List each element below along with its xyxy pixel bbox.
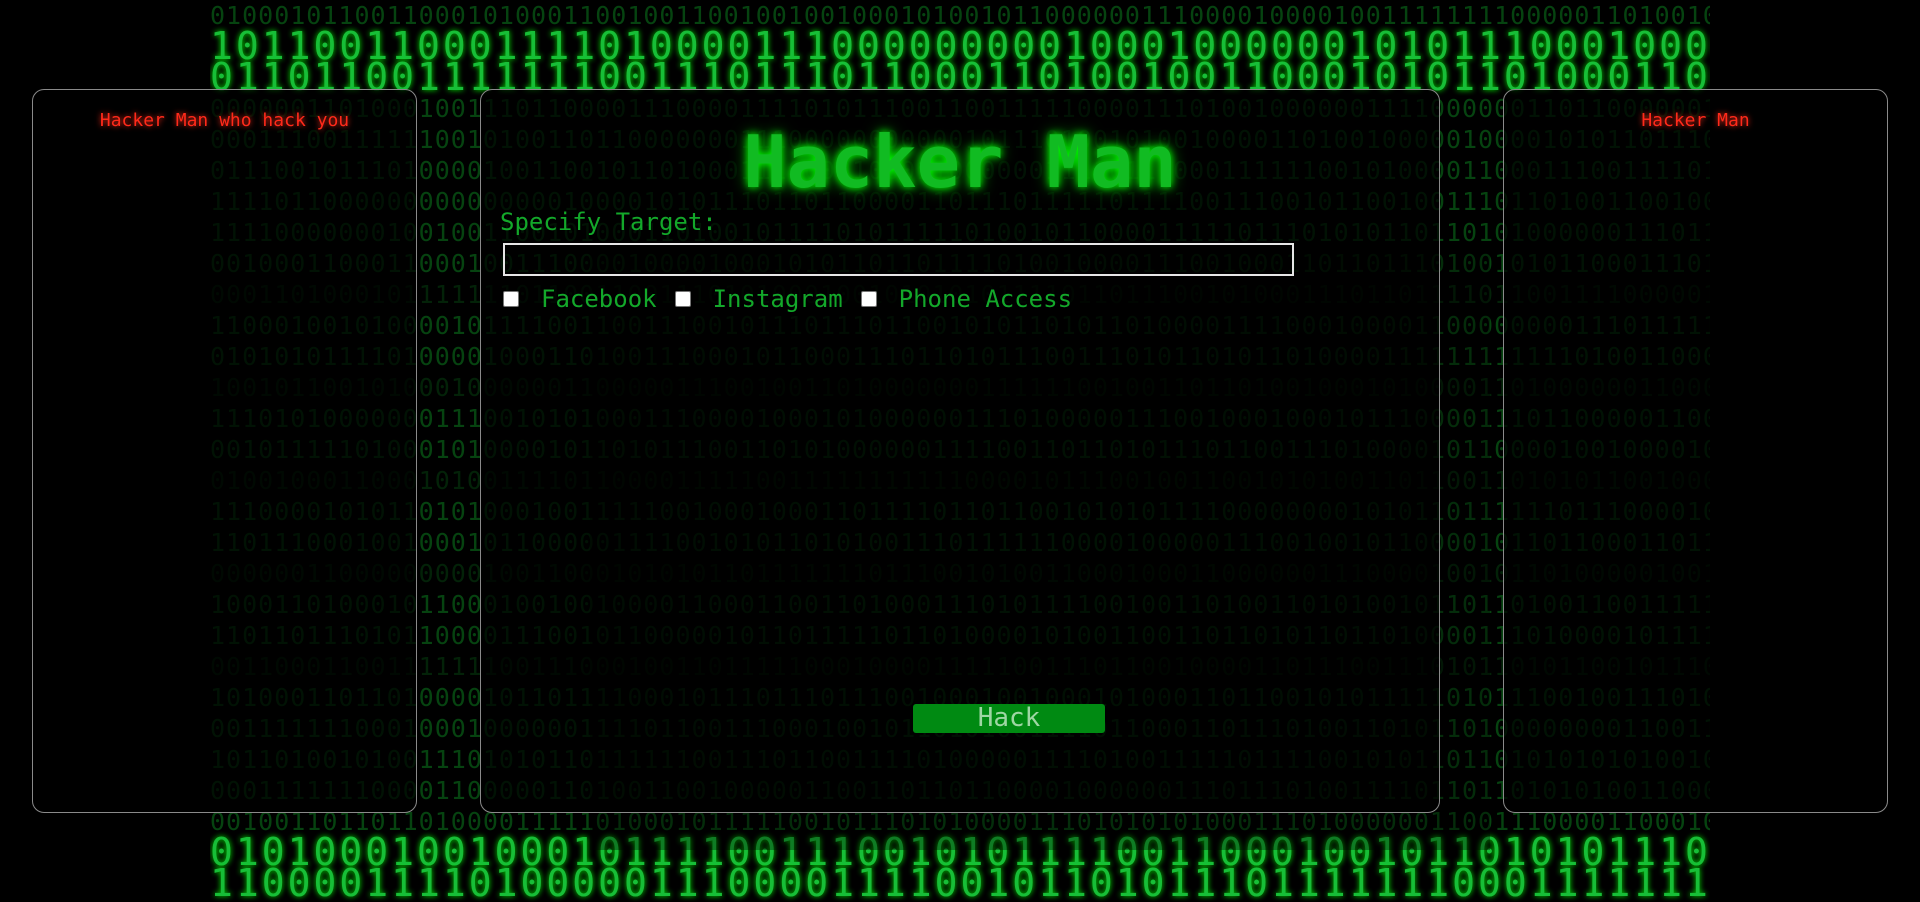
hack-button[interactable]: Hack bbox=[913, 704, 1105, 733]
target-label: Specify Target: bbox=[500, 208, 717, 236]
facebook-checkbox[interactable] bbox=[503, 291, 519, 307]
option-instagram[interactable]: Instagram bbox=[674, 285, 861, 313]
main-panel: Hacker Man Specify Target: Facebook Inst… bbox=[480, 89, 1440, 813]
option-phone-access[interactable]: Phone Access bbox=[860, 285, 1090, 313]
instagram-checkbox[interactable] bbox=[674, 291, 691, 307]
instagram-label: Instagram bbox=[712, 285, 843, 313]
target-input[interactable] bbox=[503, 243, 1294, 276]
page-title: Hacker Man bbox=[743, 120, 1177, 204]
binary-rain-row: 1011001100011110100001110000000001000100… bbox=[210, 24, 1710, 68]
binary-rain-row: 0100010110011000101000110010011001001001… bbox=[210, 1, 1710, 30]
hack-options: Facebook Instagram Phone Access bbox=[503, 285, 1090, 313]
facebook-label: Facebook bbox=[541, 285, 657, 313]
left-panel-title: Hacker Man who hack you bbox=[99, 110, 350, 131]
right-panel-title: Hacker Man bbox=[1641, 110, 1750, 131]
binary-rain-row: 1100001111010000011100001111001011010111… bbox=[210, 861, 1710, 902]
phone-access-checkbox[interactable] bbox=[860, 291, 877, 307]
left-panel: Hacker Man who hack you bbox=[32, 89, 417, 813]
option-facebook[interactable]: Facebook bbox=[503, 285, 675, 313]
right-panel: Hacker Man bbox=[1503, 89, 1888, 813]
phone-access-label: Phone Access bbox=[898, 285, 1073, 313]
